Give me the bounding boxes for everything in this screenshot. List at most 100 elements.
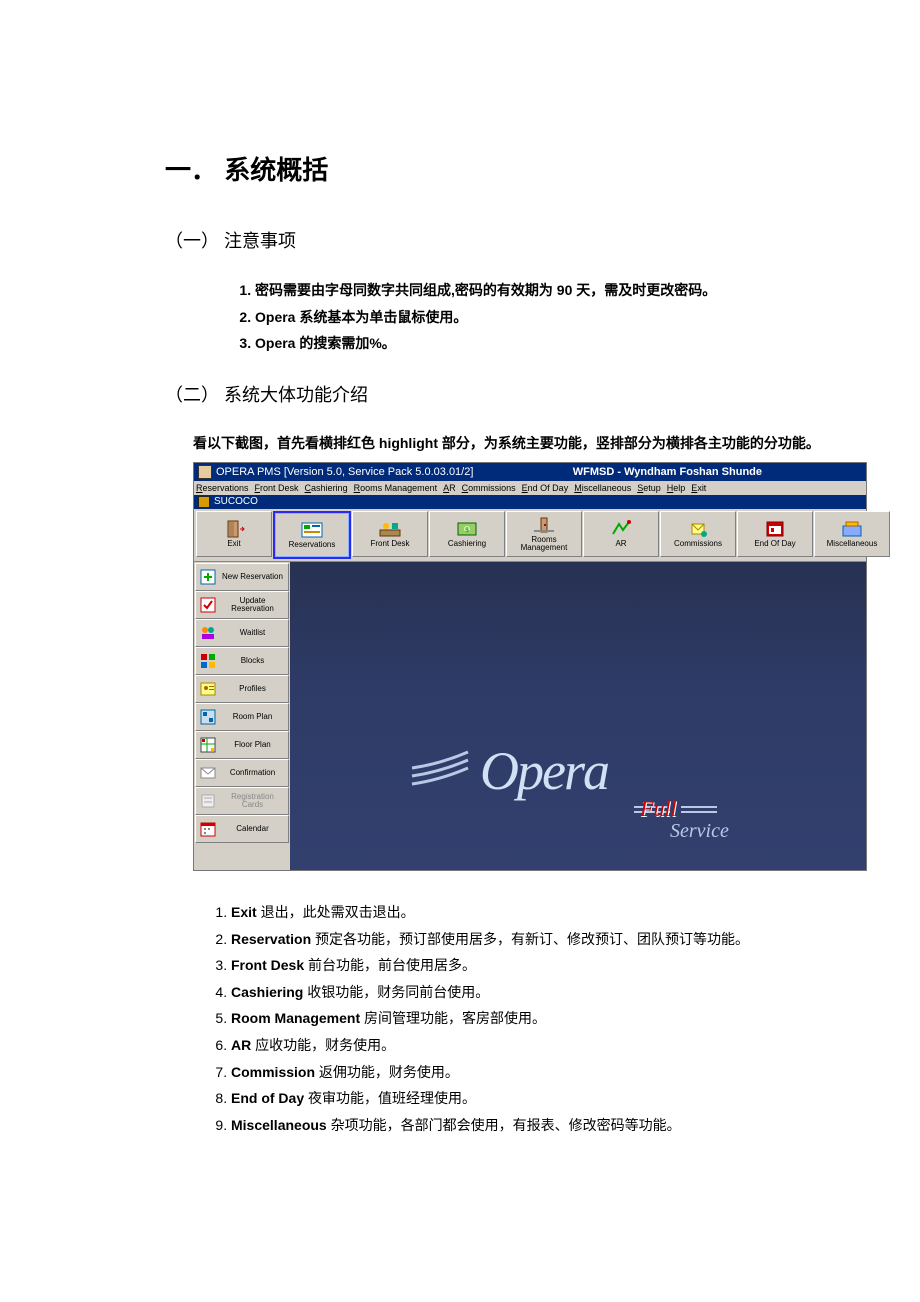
toolbar-end-of-day[interactable]: End Of Day	[737, 511, 813, 557]
window-title: OPERA PMS [Version 5.0, Service Pack 5.0…	[216, 466, 473, 478]
function-sidebar: New Reservation Update Reservation Waitlis…	[194, 562, 290, 870]
sidebar-label: Update Reservation	[220, 597, 285, 613]
toolbar-label: Commissions	[674, 540, 722, 548]
sidebar-label: Floor Plan	[220, 741, 285, 749]
menu-item[interactable]: AR	[443, 483, 456, 493]
menu-item[interactable]: Cashiering	[305, 483, 348, 493]
sidebar-label: New Reservation	[220, 573, 285, 581]
menu-item[interactable]: Exit	[691, 483, 706, 493]
explain-list: Exit 退出，此处需双击退出。Reservation 预定各功能，预订部使用居…	[165, 899, 820, 1138]
toolbar-reservations[interactable]: Reservations	[273, 511, 351, 559]
sidebar-label: Blocks	[220, 657, 285, 665]
sidebar-label: Confirmation	[220, 769, 285, 777]
toolbar-label: End Of Day	[754, 540, 795, 548]
toolbar-cashiering[interactable]: $ Cashiering	[429, 511, 505, 557]
explain-item: Front Desk 前台功能，前台使用居多。	[231, 952, 820, 979]
eod-icon	[763, 520, 787, 538]
window-property: WFMSD - Wyndham Foshan Shunde	[573, 466, 762, 478]
sidebar-floor-plan[interactable]: Floor Plan	[195, 731, 289, 759]
explain-item: Room Management 房间管理功能，客房部使用。	[231, 1005, 820, 1032]
menu-item[interactable]: Front Desk	[255, 483, 299, 493]
heading-1: 一． 系统概括	[165, 150, 820, 187]
menu-item[interactable]: Help	[667, 483, 686, 493]
toolbar-label: Reservations	[289, 541, 336, 549]
door-icon	[222, 520, 246, 538]
explain-item: Cashiering 收银功能，财务同前台使用。	[231, 979, 820, 1006]
menu-item[interactable]: End Of Day	[522, 483, 569, 493]
regcards-icon	[199, 792, 217, 810]
menu-bar[interactable]: Reservations Front Desk Cashiering Rooms…	[194, 481, 866, 495]
note-item: Opera 的搜索需加%。	[255, 330, 820, 357]
note-item: Opera 系统基本为单击鼠标使用。	[255, 304, 820, 331]
newres-icon	[199, 568, 217, 586]
explain-item: Miscellaneous 杂项功能，各部门都会使用，有报表、修改密码等功能。	[231, 1112, 820, 1139]
sidebar-profiles[interactable]: Profiles	[195, 675, 289, 703]
ar-icon	[609, 520, 633, 538]
opera-screenshot: OPERA PMS [Version 5.0, Service Pack 5.0…	[193, 462, 867, 871]
sidebar-registration-cards: Registration Cards	[195, 787, 289, 815]
toolbar-rooms-management[interactable]: Rooms Management	[506, 511, 582, 557]
logo-sub2: Service	[670, 820, 729, 843]
roomplan-icon	[199, 708, 217, 726]
toolbar-commissions[interactable]: Commissions	[660, 511, 736, 557]
note-item: 密码需要由字母同数字共同组成,密码的有效期为 90 天，需及时更改密码。	[255, 277, 820, 304]
menu-item[interactable]: Setup	[637, 483, 661, 493]
logo-text: Opera	[480, 741, 608, 801]
canvas: Opera Full Service	[290, 562, 866, 870]
explain-item: End of Day 夜审功能，值班经理使用。	[231, 1085, 820, 1112]
toolbar-label: Miscellaneous	[827, 540, 878, 548]
sidebar-label: Calendar	[220, 825, 285, 833]
misc-icon	[840, 520, 864, 538]
rooms-icon	[532, 516, 556, 534]
toolbar-ar[interactable]: AR	[583, 511, 659, 557]
toolbar-label: Exit	[227, 540, 240, 548]
window-titlebar: OPERA PMS [Version 5.0, Service Pack 5.0…	[194, 463, 866, 481]
logo-sub1: Full	[640, 796, 677, 822]
reserve-icon	[300, 521, 324, 539]
wait-icon	[199, 624, 217, 642]
subheading-functions: （二） 系统大体功能介绍	[165, 381, 820, 407]
main-toolbar: Exit Reservations Front Desk $ Cashiering Roo…	[194, 509, 866, 562]
confirm-icon	[199, 764, 217, 782]
sidebar-update-reservation[interactable]: Update Reservation	[195, 591, 289, 619]
sidebar-room-plan[interactable]: Room Plan	[195, 703, 289, 731]
menu-item[interactable]: Reservations	[196, 483, 249, 493]
frontdesk-icon	[378, 520, 402, 538]
sidebar-blocks[interactable]: Blocks	[195, 647, 289, 675]
menu-item[interactable]: Rooms Management	[354, 483, 438, 493]
updres-icon	[199, 596, 217, 614]
calendar-icon	[199, 820, 217, 838]
explain-item: Reservation 预定各功能，预订部使用居多，有新订、修改预订、团队预订等…	[231, 926, 820, 953]
menu-item[interactable]: Commissions	[462, 483, 516, 493]
toolbar-exit[interactable]: Exit	[196, 511, 272, 557]
toolbar-label: Rooms Management	[507, 536, 581, 552]
toolbar-label: Cashiering	[448, 540, 486, 548]
sucoco-icon	[198, 496, 210, 508]
toolbar-miscellaneous[interactable]: Miscellaneous	[814, 511, 890, 557]
menu-item[interactable]: Miscellaneous	[574, 483, 631, 493]
sidebar-new-reservation[interactable]: New Reservation	[195, 563, 289, 591]
comm-icon	[686, 520, 710, 538]
explain-item: Commission 返佣功能，财务使用。	[231, 1059, 820, 1086]
work-area: New Reservation Update Reservation Waitlis…	[194, 562, 866, 870]
sidebar-confirmation[interactable]: Confirmation	[195, 759, 289, 787]
child-title-text: SUCOCO	[214, 496, 258, 507]
toolbar-label: AR	[615, 540, 626, 548]
toolbar-front-desk[interactable]: Front Desk	[352, 511, 428, 557]
sidebar-calendar[interactable]: Calendar	[195, 815, 289, 843]
explain-item: Exit 退出，此处需双击退出。	[231, 899, 820, 926]
opera-logo: Opera Full Service	[480, 740, 608, 802]
floorplan-icon	[199, 736, 217, 754]
sidebar-label: Room Plan	[220, 713, 285, 721]
notes-list: 密码需要由字母同数字共同组成,密码的有效期为 90 天，需及时更改密码。 Ope…	[165, 277, 820, 357]
sidebar-label: Waitlist	[220, 629, 285, 637]
subheading-notes: （一） 注意事项	[165, 227, 820, 253]
sidebar-label: Profiles	[220, 685, 285, 693]
swirl-icon	[410, 750, 470, 790]
profiles-icon	[199, 680, 217, 698]
sidebar-waitlist[interactable]: Waitlist	[195, 619, 289, 647]
intro-paragraph: 看以下截图，首先看横排红色 highlight 部分，为系统主要功能，竖排部分为…	[193, 431, 820, 456]
cash-icon: $	[455, 520, 479, 538]
explain-item: AR 应收功能，财务使用。	[231, 1032, 820, 1059]
blocks-icon	[199, 652, 217, 670]
